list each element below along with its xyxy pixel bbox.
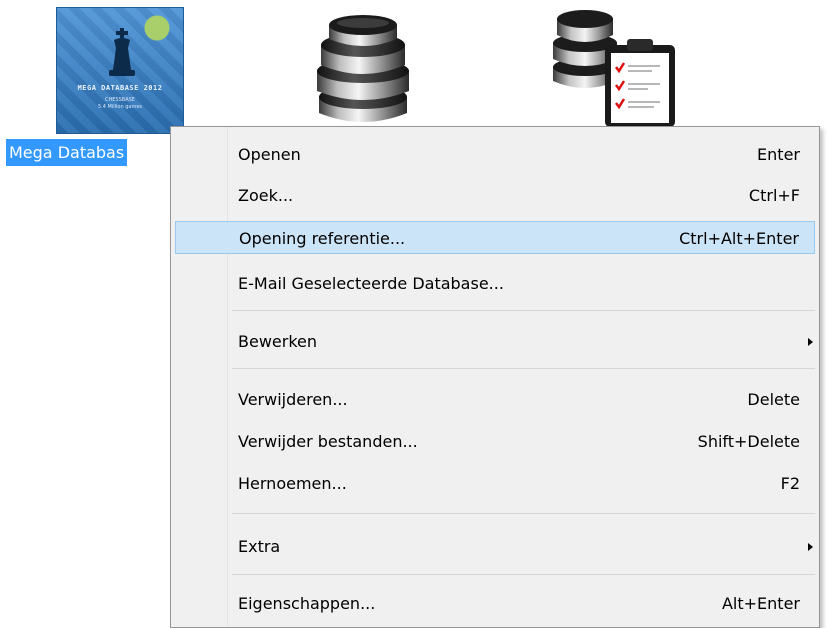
cover-subtitle-2: 5.4 Million games: [97, 104, 143, 110]
menu-item-shortcut: Delete: [747, 390, 800, 409]
menu-item-hernoemen[interactable]: Hernoemen... F2: [175, 467, 815, 500]
menu-item-openen[interactable]: Openen Enter: [175, 138, 815, 171]
menu-item-bewerken[interactable]: Bewerken: [175, 325, 815, 358]
menu-item-verwijder-bestanden[interactable]: Verwijder bestanden... Shift+Delete: [175, 425, 815, 458]
menu-item-label: Hernoemen...: [238, 474, 347, 493]
menu-separator: [232, 310, 815, 311]
menu-separator: [232, 513, 815, 514]
database-stack-icon[interactable]: [313, 13, 413, 131]
mega-database-label[interactable]: Mega Databas: [6, 139, 128, 166]
chess-king-icon: [109, 28, 135, 76]
menu-item-label: E-Mail Geselecteerde Database...: [238, 274, 504, 293]
context-menu: Openen Enter Zoek... Ctrl+F Opening refe…: [170, 126, 820, 628]
database-list-item[interactable]: [547, 5, 677, 131]
submenu-arrow-icon: [808, 338, 813, 346]
database-checklist-icon[interactable]: [547, 5, 677, 127]
menu-item-shortcut: Shift+Delete: [697, 432, 800, 451]
menu-item-shortcut: Enter: [757, 145, 800, 164]
menu-item-verwijderen[interactable]: Verwijderen... Delete: [175, 383, 815, 416]
menu-item-extra[interactable]: Extra: [175, 530, 815, 563]
menu-item-eigenschappen[interactable]: Eigenschappen... Alt+Enter: [175, 587, 815, 620]
submenu-arrow-icon: [808, 543, 813, 551]
menu-item-label: Extra: [238, 537, 281, 556]
menu-item-label: Verwijderen...: [238, 390, 348, 409]
mega-database-item[interactable]: MEGA DATABASE 2012 CHESSBASE 5.4 Million…: [56, 7, 184, 134]
menu-item-label: Zoek...: [238, 186, 294, 205]
menu-item-label: Openen: [238, 145, 301, 164]
menu-item-email-database[interactable]: E-Mail Geselecteerde Database...: [175, 267, 815, 300]
menu-separator: [232, 574, 815, 575]
menu-item-shortcut: Alt+Enter: [721, 594, 800, 613]
menu-item-shortcut: Ctrl+F: [748, 186, 800, 205]
cover-title: MEGA DATABASE 2012: [77, 84, 163, 92]
menu-item-opening-referentie[interactable]: Opening referentie... Ctrl+Alt+Enter: [175, 221, 815, 254]
menu-item-shortcut: F2: [780, 474, 800, 493]
database-item[interactable]: [313, 13, 413, 135]
menu-separator: [232, 368, 815, 369]
menu-item-label: Opening referentie...: [239, 229, 406, 248]
menu-item-shortcut: Ctrl+Alt+Enter: [679, 229, 799, 248]
mega-database-cover-icon[interactable]: MEGA DATABASE 2012 CHESSBASE 5.4 Million…: [56, 7, 184, 134]
cover-subtitle: CHESSBASE: [105, 97, 135, 103]
menu-item-label: Verwijder bestanden...: [238, 432, 418, 451]
menu-item-label: Eigenschappen...: [238, 594, 376, 613]
menu-item-label: Bewerken: [238, 332, 318, 351]
menu-item-zoek[interactable]: Zoek... Ctrl+F: [175, 179, 815, 212]
